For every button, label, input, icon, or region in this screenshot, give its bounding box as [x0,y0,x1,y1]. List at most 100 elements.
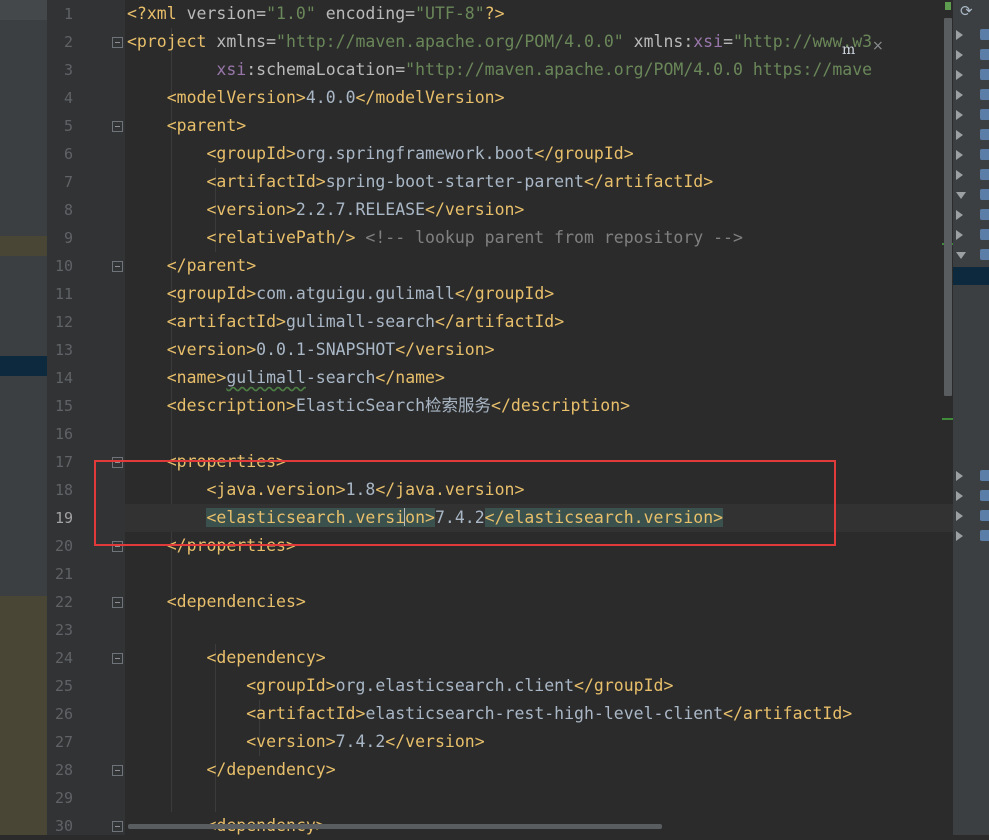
fold-toggle-icon[interactable] [112,821,123,832]
chevron-right-icon[interactable] [956,230,963,240]
code-token: = [266,32,277,51]
maven-tree-item[interactable] [956,128,989,142]
project-tree-row[interactable] [0,236,47,256]
fold-toggle-icon[interactable] [112,261,123,272]
project-tree-row[interactable] [0,596,47,835]
project-tool-window-edge[interactable] [0,0,47,835]
code-line[interactable]: <groupId>org.elasticsearch.client</group… [127,672,673,700]
chevron-down-icon[interactable] [956,252,966,259]
chevron-right-icon[interactable] [956,170,963,180]
maven-module-icon [980,189,989,200]
maven-tree-item[interactable] [956,48,989,62]
code-line[interactable]: </parent> [127,252,256,280]
code-token: -search [305,368,376,387]
maven-module-icon [980,89,989,100]
code-line[interactable]: <artifactId>elasticsearch-rest-high-leve… [127,700,852,728]
refresh-icon[interactable]: ⟳ [960,2,973,20]
chevron-right-icon[interactable] [956,130,963,140]
code-token: </modelVersion> [355,88,505,107]
maven-module-icon [980,109,989,120]
code-token: xmlns [216,32,267,51]
project-tree-row[interactable] [0,0,47,20]
code-token: :schemaLocation [246,60,396,79]
code-line[interactable]: <artifactId>gulimall-search</artifactId> [127,308,564,336]
code-token: <groupId> [166,284,257,303]
maven-tree-item[interactable] [956,28,989,42]
fold-toggle-icon[interactable] [112,37,123,48]
code-token: <!-- lookup parent from repository --> [355,228,743,247]
chevron-right-icon[interactable] [956,70,963,80]
code-token: xmlns [623,32,684,51]
maven-tree-item[interactable] [956,248,989,262]
fold-toggle-icon[interactable] [112,765,123,776]
maven-module-icon [980,149,989,160]
fold-toggle-icon[interactable] [112,121,123,132]
maven-module-icon [980,249,989,260]
maven-tree-item[interactable] [956,489,989,503]
project-tree-selected-row[interactable] [0,356,47,376]
line-number: 18 [54,481,73,499]
chevron-right-icon[interactable] [956,30,963,40]
code-line[interactable]: <groupId>com.atguigu.gulimall</groupId> [127,280,554,308]
chevron-right-icon[interactable] [956,471,963,481]
maven-tree-item[interactable] [956,228,989,242]
chevron-right-icon[interactable] [956,50,963,60]
code-line[interactable]: <project xmlns="http://maven.apache.org/… [127,28,872,56]
maven-module-icon [980,49,989,60]
maven-tool-window[interactable] [953,0,989,835]
code-token: <groupId> [246,676,336,695]
chevron-right-icon[interactable] [956,110,963,120]
maven-tree-item[interactable] [956,168,989,182]
chevron-right-icon[interactable] [956,491,963,501]
maven-tree-item[interactable] [956,148,989,162]
line-number: 1 [63,5,73,23]
code-token: </groupId> [574,676,674,695]
code-line[interactable]: <description>ElasticSearch检索服务</descript… [127,392,630,420]
code-line[interactable]: </dependency> [127,756,335,784]
close-icon[interactable]: × [872,38,884,54]
maven-tree-item[interactable] [956,509,989,523]
code-line[interactable]: <version>2.2.7.RELEASE</version> [127,196,524,224]
chevron-right-icon[interactable] [956,90,963,100]
change-marker[interactable] [942,418,953,420]
line-number: 15 [54,397,73,415]
code-line[interactable]: <version>7.4.2</version> [127,728,484,756]
line-number: 5 [63,117,73,135]
code-line[interactable]: <version>0.0.1-SNAPSHOT</version> [127,336,495,364]
code-line[interactable]: <artifactId>spring-boot-starter-parent</… [127,168,713,196]
chevron-right-icon[interactable] [956,150,963,160]
vertical-scrollbar-thumb[interactable] [944,18,952,396]
fold-toggle-icon[interactable] [112,653,123,664]
code-token: xsi [216,60,247,79]
code-line[interactable]: <?xml version="1.0" encoding="UTF-8"?> [127,0,505,28]
code-token: com.atguigu.gulimall [256,284,455,303]
fold-toggle-icon[interactable] [112,597,123,608]
code-line[interactable]: <parent> [127,112,246,140]
maven-module-icon [980,29,989,40]
line-number: 9 [63,229,73,247]
code-line[interactable]: <dependencies> [127,588,306,616]
chevron-right-icon[interactable] [956,531,963,541]
line-number: 11 [54,285,73,303]
maven-tree-item[interactable] [956,188,989,202]
code-line[interactable]: <groupId>org.springframework.boot</group… [127,140,633,168]
code-token: <version> [206,200,296,219]
chevron-right-icon[interactable] [956,511,963,521]
maven-tree-item[interactable] [956,208,989,222]
code-line[interactable]: <modelVersion>4.0.0</modelVersion> [127,84,505,112]
code-line[interactable]: <name>gulimall-search</name> [127,364,445,392]
code-line[interactable]: <dependency> [127,644,325,672]
maven-tree-selected-row[interactable] [953,267,989,285]
code-line[interactable]: xsi:schemaLocation="http://maven.apache.… [127,56,872,84]
maven-reload-icon[interactable]: m [842,40,866,60]
chevron-down-icon[interactable] [956,192,966,199]
maven-tree-item[interactable] [956,68,989,82]
horizontal-scrollbar-thumb[interactable] [128,824,662,829]
maven-tree-item[interactable] [956,108,989,122]
maven-tree-item[interactable] [956,529,989,543]
inspection-ok-icon[interactable] [945,2,951,10]
code-line[interactable]: <relativePath/> <!-- lookup parent from … [127,224,743,252]
maven-tree-item[interactable] [956,88,989,102]
maven-tree-item[interactable] [956,469,989,483]
chevron-right-icon[interactable] [956,210,963,220]
